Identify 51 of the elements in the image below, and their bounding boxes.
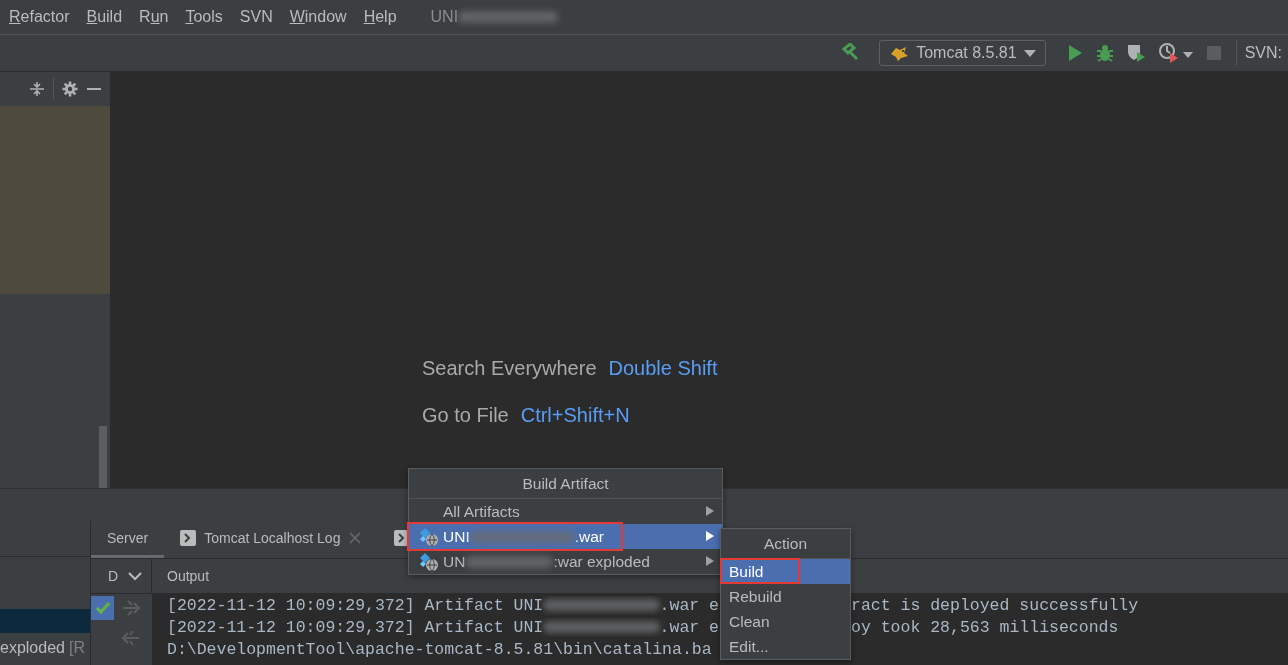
menu-item[interactable]: Build bbox=[86, 8, 123, 26]
menu-item[interactable]: Edit... bbox=[721, 634, 850, 659]
tab[interactable]: Server bbox=[91, 521, 165, 558]
close-icon[interactable] bbox=[348, 531, 363, 545]
log-text: ract is deployed successfully bbox=[851, 595, 1139, 615]
menu-item[interactable]: UN :war exploded bbox=[409, 549, 722, 574]
log-text: oy took 28,563 milliseconds bbox=[851, 617, 1119, 637]
bug-icon[interactable] bbox=[1095, 44, 1114, 62]
menu-item[interactable]: Window bbox=[289, 8, 347, 26]
menu-item[interactable]: Run bbox=[139, 8, 169, 26]
log-text: [2022-11-12 10:09:29,372] Artifact UNI bbox=[167, 617, 544, 637]
settings-icon[interactable] bbox=[62, 81, 78, 97]
menu-title: Build Artifact bbox=[522, 474, 609, 493]
menu-item[interactable]: All Artifacts bbox=[409, 499, 722, 524]
menu-item[interactable]: Tools bbox=[185, 8, 223, 26]
column-header[interactable]: D bbox=[108, 568, 119, 584]
menu-item[interactable]: Clean bbox=[721, 609, 850, 634]
menu-item[interactable]: Rebuild bbox=[721, 584, 850, 609]
menu-item[interactable]: Help bbox=[363, 8, 397, 26]
check-icon[interactable] bbox=[91, 596, 114, 620]
log-text: [2022-11-12 10:09:29,372] Artifact UNI bbox=[167, 595, 544, 615]
tab[interactable]: Tomcat Localhost Log bbox=[164, 521, 379, 558]
log-text: .war e bbox=[659, 617, 719, 637]
service-item[interactable]: exploded bbox=[0, 639, 65, 656]
menu-title: Action bbox=[763, 534, 808, 553]
menu-item[interactable]: UNI .war bbox=[409, 524, 722, 549]
vcs-label: SVN: bbox=[1244, 44, 1282, 62]
log-text: .war e bbox=[659, 595, 719, 615]
profiler-icon[interactable] bbox=[1157, 42, 1194, 64]
shortcut-text: Double Shift bbox=[608, 357, 718, 380]
menu-item[interactable]: SVN bbox=[239, 8, 273, 26]
hint-label: Search Everywhere bbox=[422, 357, 597, 380]
scrollbar[interactable] bbox=[99, 426, 107, 488]
artifact-icon bbox=[419, 551, 439, 572]
window-title: UNI bbox=[430, 8, 459, 26]
collapse-icon[interactable] bbox=[29, 81, 45, 97]
chevron-down-icon[interactable] bbox=[128, 571, 143, 581]
dropdown-caret-icon bbox=[1022, 48, 1037, 58]
artifact-icon bbox=[419, 526, 439, 547]
console-icon bbox=[180, 530, 197, 546]
hint-label: Go to File bbox=[422, 404, 509, 427]
status-text: [R bbox=[68, 639, 85, 656]
column-header: Output bbox=[167, 568, 210, 584]
shortcut-text: Ctrl+Shift+N bbox=[520, 404, 630, 427]
submenu-arrow-icon bbox=[706, 505, 714, 518]
shield-run-icon[interactable] bbox=[1125, 43, 1146, 63]
log-text: D:\DevelopmentTool\apache-tomcat-8.5.81\bin\catalina.ba bbox=[167, 639, 712, 659]
run-configuration-dropdown[interactable]: Tomcat 8.5.81 bbox=[879, 40, 1046, 66]
menu-item[interactable]: Refactor bbox=[9, 8, 70, 26]
submenu-arrow-icon bbox=[706, 530, 714, 543]
submenu-arrow-icon bbox=[706, 555, 714, 568]
